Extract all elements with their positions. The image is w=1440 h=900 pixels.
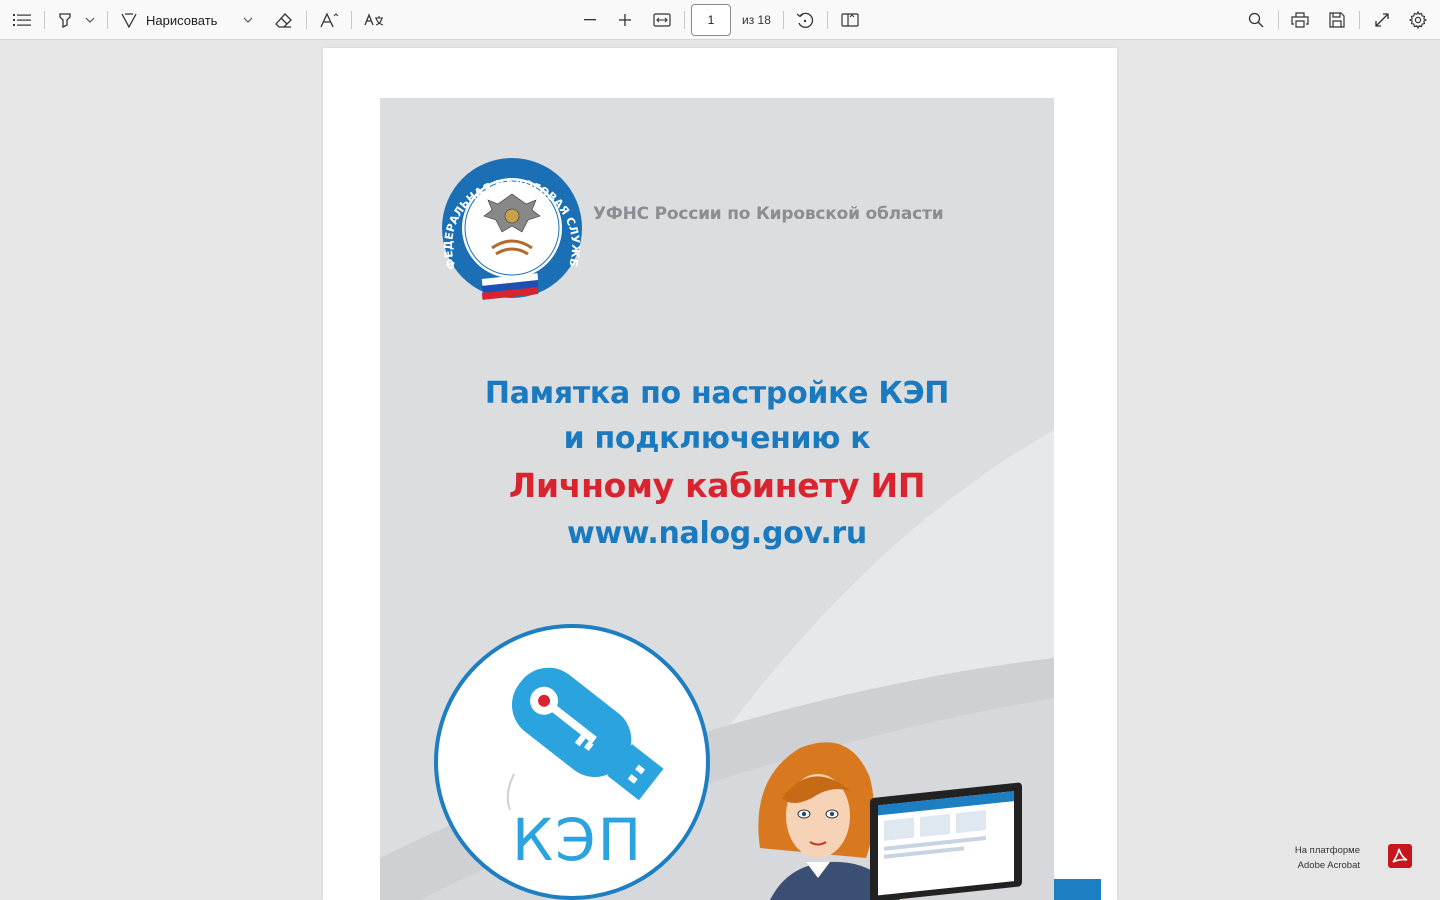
adobe-acrobat-badge[interactable]: На платформе Adobe Acrobat	[1295, 841, 1420, 873]
platform-line-1: На платформе	[1294, 845, 1360, 856]
adobe-acrobat-icon	[1388, 844, 1412, 868]
toolbar-separator	[107, 11, 108, 29]
save-icon[interactable]	[1326, 6, 1348, 34]
toolbar-separator	[306, 11, 307, 29]
toolbar-separator	[684, 11, 685, 29]
toolbar-separator	[44, 11, 45, 29]
chevron-down-icon[interactable]	[240, 6, 256, 34]
toolbar-separator	[827, 11, 828, 29]
toolbar-separator	[1359, 11, 1360, 29]
title-line-1: Памятка по настройке КЭП	[484, 376, 950, 411]
pdf-page: ФЕДЕРАЛЬНАЯ НАЛОГОВАЯ СЛУЖБА УФНС России…	[323, 48, 1117, 900]
woman-with-monitor-illustration	[758, 742, 1022, 900]
search-icon[interactable]	[1245, 6, 1267, 34]
toolbar-separator	[783, 11, 784, 29]
zoom-out-icon[interactable]	[580, 6, 600, 34]
chevron-down-icon[interactable]	[82, 6, 98, 34]
title-line-2: и подключению к	[563, 421, 871, 456]
page-total-label: из 18	[742, 13, 771, 27]
page-accent-tab	[1054, 879, 1101, 900]
pdf-toolbar: Нарисовать из 18	[0, 0, 1440, 40]
draw-icon	[121, 13, 137, 28]
print-icon[interactable]	[1289, 6, 1311, 34]
org-name: УФНС России по Кировской области	[593, 204, 944, 224]
rotate-icon[interactable]	[794, 6, 816, 34]
platform-text: На платформе Adobe Acrobat	[1295, 843, 1360, 873]
poster: ФЕДЕРАЛЬНАЯ НАЛОГОВАЯ СЛУЖБА УФНС России…	[380, 98, 1054, 900]
read-aloud-icon[interactable]	[318, 6, 342, 34]
fns-emblem: ФЕДЕРАЛЬНАЯ НАЛОГОВАЯ СЛУЖБА	[440, 156, 582, 300]
page-number-input[interactable]	[691, 4, 731, 36]
fit-width-icon[interactable]	[651, 6, 673, 34]
fullscreen-icon[interactable]	[1371, 6, 1393, 34]
translate-icon[interactable]	[362, 6, 386, 34]
draw-button[interactable]: Нарисовать	[120, 6, 240, 34]
draw-label: Нарисовать	[146, 12, 218, 28]
title-line-3: Личному кабинету ИП	[508, 466, 926, 505]
settings-icon[interactable]	[1406, 6, 1430, 34]
page-view-icon[interactable]	[839, 6, 861, 34]
website-url: www.nalog.gov.ru	[567, 516, 867, 551]
platform-line-2: Adobe Acrobat	[1297, 860, 1360, 871]
toolbar-separator	[1278, 11, 1279, 29]
zoom-in-icon[interactable]	[615, 6, 635, 34]
toolbar-separator	[351, 11, 352, 29]
kep-label: КЭП	[512, 806, 644, 874]
eraser-icon[interactable]	[272, 6, 296, 34]
contents-icon[interactable]	[10, 6, 34, 34]
highlight-icon[interactable]	[54, 6, 76, 34]
